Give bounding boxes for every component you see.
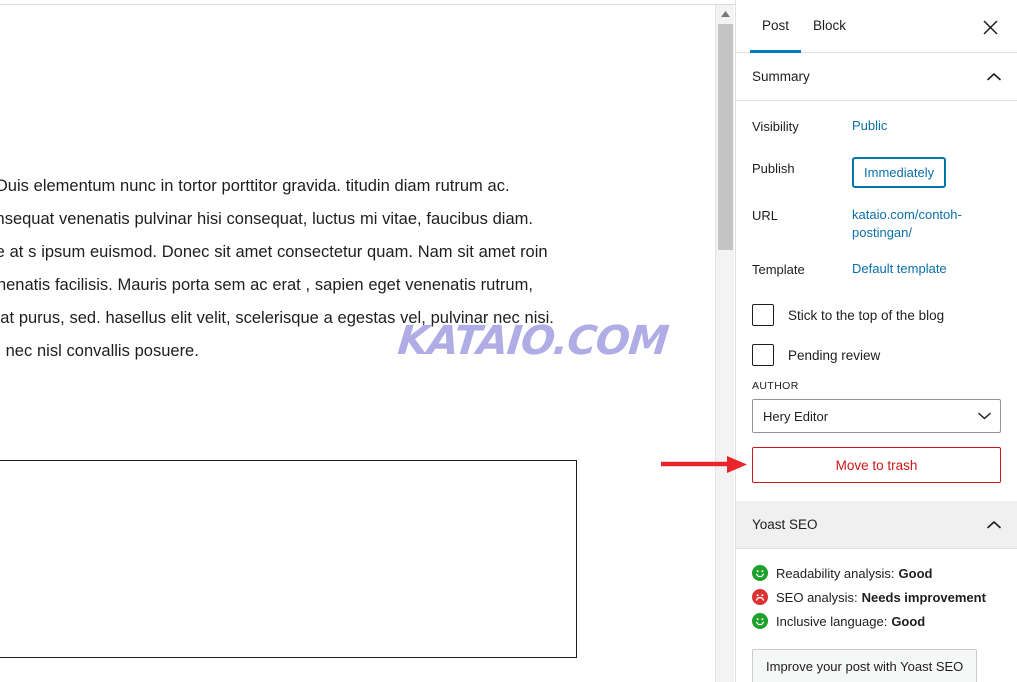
editor-canvas[interactable]: an ectetur adipiscing elit. Duis element… — [0, 5, 714, 682]
template-label: Template — [752, 262, 805, 277]
editor-scrollbar[interactable] — [715, 5, 734, 682]
scroll-up-arrow-icon[interactable] — [716, 5, 734, 22]
smiley-good-icon — [752, 613, 768, 629]
summary-panel-body: Visibility Public Publish Immediately UR… — [736, 101, 1017, 501]
summary-panel-title: Summary — [752, 69, 810, 84]
summary-row-publish: Publish Immediately — [752, 157, 1001, 188]
move-to-trash-button[interactable]: Move to trash — [752, 447, 1001, 483]
inclusive-language-row: Inclusive language: Good — [752, 613, 1001, 629]
chevron-up-icon — [987, 520, 1001, 529]
author-select[interactable]: Hery Editor — [752, 399, 1001, 433]
seo-analysis-label: SEO analysis: — [776, 589, 858, 605]
summary-row-url: URL kataio.com/contoh-postingan/ — [752, 204, 1001, 244]
url-value-wrap: kataio.com/contoh-postingan/ — [852, 204, 1001, 244]
paragraph-text: ectetur adipiscing elit. Duis elementum … — [0, 177, 554, 360]
publish-label: Publish — [752, 161, 795, 176]
template-value-wrap: Default template — [852, 258, 1001, 280]
readability-analysis-label: Readability analysis: — [776, 565, 895, 581]
summary-row-visibility: Visibility Public — [752, 115, 1001, 141]
sticky-checkbox[interactable] — [752, 304, 774, 326]
summary-panel-header[interactable]: Summary — [736, 53, 1017, 101]
visibility-label: Visibility — [752, 119, 799, 134]
post-body-paragraph[interactable]: ectetur adipiscing elit. Duis elementum … — [0, 170, 572, 368]
seo-analysis-value: Needs improvement — [861, 589, 986, 605]
visibility-value-button[interactable]: Public — [852, 115, 887, 137]
publish-value-wrap: Immediately — [852, 157, 1001, 188]
pending-review-checkbox[interactable] — [752, 344, 774, 366]
inclusive-language-label: Inclusive language: — [776, 613, 888, 629]
wordpress-block-editor: an ectetur adipiscing elit. Duis element… — [0, 0, 1017, 682]
selected-empty-block[interactable] — [0, 460, 577, 658]
publish-date-button[interactable]: Immediately — [852, 157, 947, 188]
author-field-label: AUTHOR — [752, 380, 799, 392]
template-value-button[interactable]: Default template — [852, 258, 947, 280]
summary-row-template: Template Default template — [752, 258, 1001, 284]
yoast-seo-panel-title: Yoast SEO — [752, 517, 818, 532]
post-settings-sidebar: Post Block Summary Visibility Public Pub… — [735, 0, 1017, 682]
readability-analysis-row: Readability analysis: Good — [752, 565, 1001, 581]
url-label: URL — [752, 208, 779, 223]
sticky-checkbox-label: Stick to the top of the blog — [788, 307, 945, 323]
author-selected-value: Hery Editor — [763, 408, 829, 424]
inclusive-language-value: Good — [891, 613, 926, 629]
tab-post[interactable]: Post — [750, 0, 802, 53]
readability-analysis-value: Good — [898, 565, 933, 581]
post-url-button[interactable]: kataio.com/contoh-postingan/ — [852, 204, 1001, 244]
scrollbar-thumb[interactable] — [718, 24, 733, 250]
visibility-value-wrap: Public — [852, 115, 1001, 137]
pending-review-checkbox-row[interactable]: Pending review — [752, 344, 1001, 366]
improve-post-yoast-button[interactable]: Improve your post with Yoast SEO — [752, 649, 978, 682]
yoast-seo-panel-body: Readability analysis: Good SEO analysis:… — [736, 549, 1017, 682]
chevron-up-icon — [987, 72, 1001, 81]
close-icon[interactable] — [977, 14, 1003, 40]
seo-analysis-row: SEO analysis: Needs improvement — [752, 589, 1001, 605]
chevron-down-icon — [978, 412, 991, 420]
tab-block[interactable]: Block — [801, 0, 858, 52]
sticky-checkbox-row[interactable]: Stick to the top of the blog — [752, 304, 1001, 326]
smiley-bad-icon — [752, 589, 768, 605]
pending-review-checkbox-label: Pending review — [788, 347, 881, 363]
sidebar-tab-bar: Post Block — [736, 0, 1017, 53]
yoast-seo-panel-header[interactable]: Yoast SEO — [736, 501, 1017, 549]
smiley-good-icon — [752, 565, 768, 581]
